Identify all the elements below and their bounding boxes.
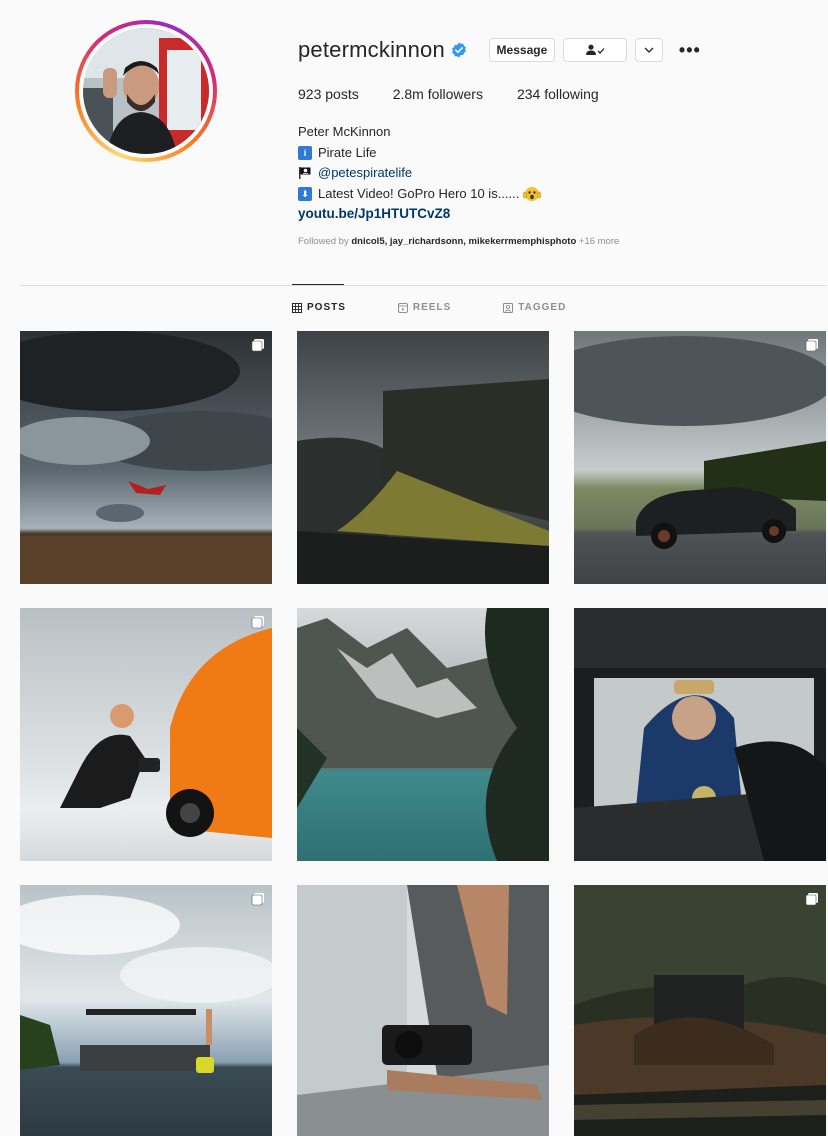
username: petermckinnon — [298, 37, 445, 62]
multiple-posts-icon — [251, 893, 264, 906]
bio-line-pirate: i Pirate Life — [298, 143, 541, 164]
message-button[interactable]: Message — [488, 38, 555, 62]
profile-tabs: POSTS REELS TAGGED — [292, 302, 618, 313]
post-image-man-in-car — [574, 608, 826, 861]
post-thumbnail[interactable] — [574, 608, 826, 861]
following-button[interactable] — [562, 38, 627, 62]
post-thumbnail[interactable] — [20, 331, 272, 584]
bio-line-handle: @petespiratelife — [298, 163, 541, 184]
bio-mention-link[interactable]: @petespiratelife — [318, 163, 412, 184]
shocked-face-emoji-icon — [523, 186, 542, 201]
reels-icon — [397, 302, 408, 313]
down-arrow-emoji-icon: ⬇ — [298, 186, 312, 201]
post-image-photographer-porsche — [20, 608, 272, 861]
info-emoji-icon: i — [298, 145, 312, 160]
profile-header-row: petermckinnon Message ••• — [298, 36, 701, 64]
followed-by[interactable]: Followed by dnicol5, jay_richardsonn, mi… — [298, 236, 619, 247]
chevron-down-icon — [644, 47, 654, 53]
post-image-bmw-road — [574, 331, 826, 584]
avatar-border — [79, 24, 213, 158]
bio-line1-text: Pirate Life — [318, 144, 377, 160]
followed-by-prefix: Followed by — [298, 236, 349, 247]
active-tab-indicator — [292, 284, 344, 285]
suggested-accounts-button[interactable] — [634, 38, 663, 62]
avatar-image — [83, 28, 209, 154]
post-thumbnail[interactable] — [574, 331, 826, 584]
post-image-mountain-lake — [297, 608, 549, 861]
profile-avatar[interactable] — [75, 20, 217, 162]
multiple-posts-icon — [805, 893, 818, 906]
tabs-divider — [20, 285, 826, 286]
post-thumbnail[interactable] — [574, 885, 826, 1136]
post-thumbnail[interactable] — [20, 885, 272, 1136]
multiple-posts-icon — [805, 339, 818, 352]
tab-reels[interactable]: REELS — [397, 302, 452, 313]
tab-tagged-label: TAGGED — [518, 302, 567, 313]
pirate-flag-icon — [299, 167, 311, 180]
bio-line-video: ⬇ Latest Video! GoPro Hero 10 is...... — [298, 184, 542, 205]
bio-line3-text: Latest Video! GoPro Hero 10 is...... — [318, 185, 520, 201]
multiple-posts-icon — [251, 616, 264, 629]
posts-count: 923 posts — [298, 86, 359, 102]
person-check-icon — [585, 44, 605, 55]
tab-tagged[interactable]: TAGGED — [503, 302, 566, 313]
tab-posts-label: POSTS — [307, 302, 346, 313]
grid-icon — [292, 302, 302, 313]
tagged-icon — [503, 302, 514, 313]
multiple-posts-icon — [251, 339, 264, 352]
post-image-cliff-valley — [297, 331, 549, 584]
following-count[interactable]: 234 following — [517, 86, 599, 102]
post-image-camera-hands — [297, 885, 549, 1136]
post-image-boat-lake — [20, 885, 272, 1136]
followers-count[interactable]: 2.8m followers — [393, 86, 483, 102]
post-thumbnail[interactable] — [297, 608, 549, 861]
post-image-offroad-forest — [574, 885, 826, 1136]
options-more-icon[interactable]: ••• — [679, 41, 701, 59]
profile-stats: 923 posts 2.8m followers 234 following — [298, 86, 633, 102]
verified-badge-icon — [452, 42, 466, 58]
post-thumbnail[interactable] — [297, 885, 549, 1136]
profile-bio: Peter McKinnon i Pirate Life @petespirat… — [298, 122, 542, 225]
bio-url-row: youtu.be/Jp1HTUTCvZ8 — [298, 204, 541, 225]
followed-by-names: dnicol5, jay_richardsonn, mikekerrmemphi… — [351, 236, 577, 247]
post-thumbnail[interactable] — [20, 608, 272, 861]
tab-posts[interactable]: POSTS — [292, 302, 346, 313]
post-image-dirtbike-storm — [20, 331, 272, 584]
followed-by-more: +16 more — [578, 236, 620, 247]
bio-name: Peter McKinnon — [298, 124, 391, 139]
bio-website-link[interactable]: youtu.be/Jp1HTUTCvZ8 — [298, 204, 450, 225]
post-thumbnail[interactable] — [297, 331, 549, 584]
tab-reels-label: REELS — [412, 302, 452, 313]
avatar-illustration — [83, 28, 209, 154]
